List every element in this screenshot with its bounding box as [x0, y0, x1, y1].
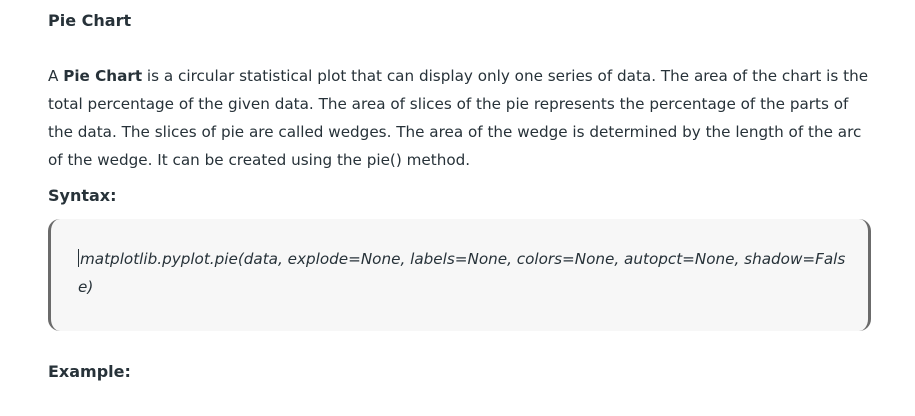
intro-term: Pie Chart [63, 67, 143, 85]
section-title: Pie Chart [48, 11, 132, 30]
code-block[interactable]: matplotlib.pyplot.pie(data, explode=None… [48, 219, 871, 331]
syntax-code: matplotlib.pyplot.pie(data, explode=None… [78, 250, 846, 296]
example-heading: Example: [48, 362, 131, 381]
text-cursor [78, 249, 79, 267]
intro-prefix: A [48, 67, 64, 85]
intro-paragraph: A Pie Chart is a circular statistical pl… [48, 62, 874, 174]
intro-body: is a circular statistical plot that can … [48, 67, 869, 169]
code-line[interactable]: matplotlib.pyplot.pie(data, explode=None… [78, 245, 848, 301]
syntax-heading: Syntax: [48, 186, 117, 205]
